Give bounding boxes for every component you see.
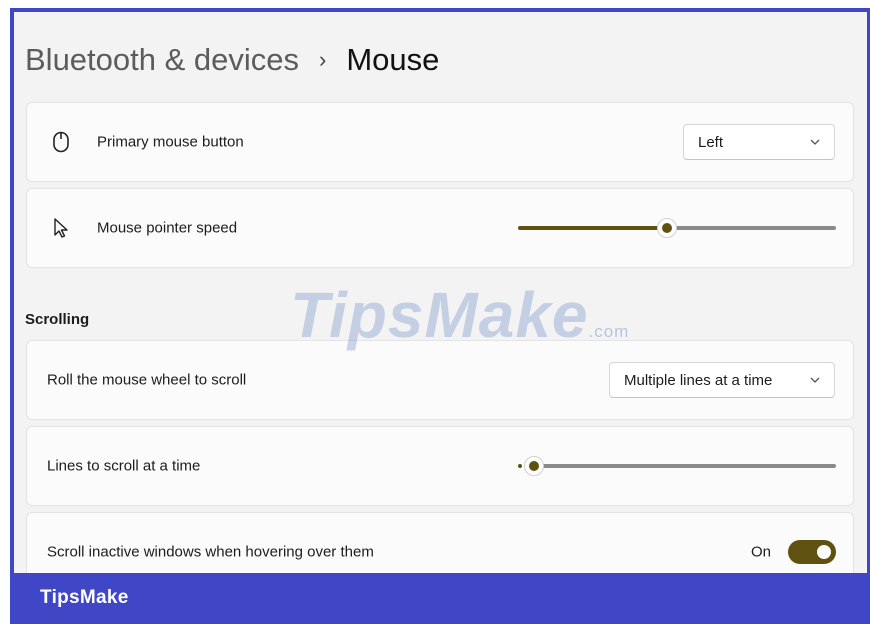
lines-to-scroll-card: Lines to scroll at a time [26, 426, 854, 506]
page-title: Mouse [346, 42, 440, 77]
roll-wheel-label: Roll the mouse wheel to scroll [47, 371, 247, 389]
pointer-speed-slider[interactable] [518, 218, 836, 238]
slider-track [667, 226, 836, 230]
lines-to-scroll-slider[interactable] [518, 456, 836, 476]
footer-brand: TipsMake [40, 587, 129, 608]
lines-to-scroll-label: Lines to scroll at a time [47, 457, 201, 475]
slider-fill [518, 226, 667, 230]
pointer-speed-card: Mouse pointer speed [26, 188, 854, 268]
pointer-icon [51, 217, 71, 239]
scroll-inactive-card: Scroll inactive windows when hovering ov… [26, 512, 854, 573]
settings-window: Bluetooth & devices › Mouse Primary mous… [14, 12, 867, 573]
slider-thumb[interactable] [524, 456, 544, 476]
roll-wheel-card: Roll the mouse wheel to scroll Multiple … [26, 340, 854, 420]
scroll-inactive-label: Scroll inactive windows when hovering ov… [47, 543, 374, 561]
chevron-down-icon [810, 139, 820, 145]
primary-mouse-button-dropdown[interactable]: Left [683, 124, 835, 160]
breadcrumb: Bluetooth & devices › Mouse [25, 40, 439, 80]
slider-thumb[interactable] [657, 218, 677, 238]
primary-mouse-button-card: Primary mouse button Left [26, 102, 854, 182]
slider-fill [518, 464, 522, 468]
breadcrumb-parent-link[interactable]: Bluetooth & devices [25, 42, 299, 78]
toggle-knob [817, 545, 831, 559]
primary-mouse-button-label: Primary mouse button [97, 133, 244, 151]
scroll-inactive-toggle[interactable] [788, 540, 836, 564]
chevron-down-icon [810, 377, 820, 383]
roll-wheel-dropdown[interactable]: Multiple lines at a time [609, 362, 835, 398]
slider-track [542, 464, 836, 468]
mouse-icon [51, 131, 71, 153]
scrolling-section-title: Scrolling [25, 311, 90, 328]
breadcrumb-separator-icon: › [319, 47, 327, 72]
pointer-speed-label: Mouse pointer speed [97, 219, 238, 237]
primary-mouse-button-value: Left [698, 133, 724, 151]
scroll-inactive-state-text: On [751, 543, 772, 561]
roll-wheel-value: Multiple lines at a time [624, 371, 773, 389]
